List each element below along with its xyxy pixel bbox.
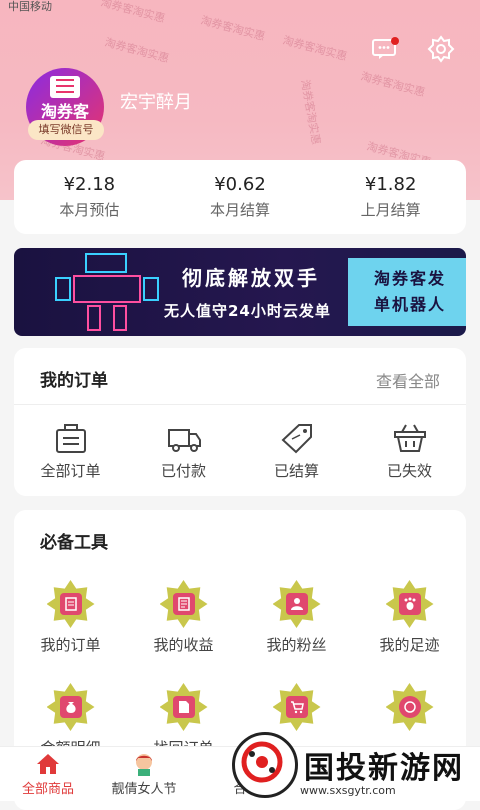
sign-in-icon [385, 683, 434, 731]
gear-icon [427, 35, 455, 63]
earning-label: 本月预估 [59, 201, 120, 219]
sale-tag-icon [281, 424, 312, 454]
order-status-paid[interactable]: 已付款 [127, 422, 240, 481]
view-all-orders-link[interactable]: 查看全部 [376, 368, 440, 392]
tool-my-fans[interactable]: 我的粉丝 [240, 580, 353, 655]
my-orders-card: 我的订单 查看全部 全部订单 已付款 已结算 已失效 [14, 348, 466, 496]
divider [14, 404, 466, 405]
banner-robot-box: 淘券客发 单机器人 [348, 258, 466, 326]
site-url: www.sxsgytr.com [300, 784, 396, 797]
tool-label: 我的收益 [153, 636, 214, 654]
order-status-all[interactable]: 全部订单 [14, 422, 127, 481]
tab-womens-day[interactable]: 靓倩女人节 [96, 747, 192, 801]
order-status-label: 已失效 [386, 462, 432, 480]
earning-this-month-settled[interactable]: ¥0.62 本月结算 [165, 160, 316, 234]
earning-label: 本月结算 [210, 201, 271, 219]
tool-label: 我的粉丝 [266, 636, 327, 654]
earning-value: ¥2.18 [63, 174, 116, 195]
tab-label: 靓倩女人节 [111, 781, 177, 797]
watermark-text: 淘券客淘实惠 [199, 13, 267, 44]
watermark-text: 淘券客淘实惠 [281, 33, 349, 64]
status-bar-carrier: 中国移动 [8, 0, 52, 13]
watermark-text: 淘券客淘实惠 [298, 78, 323, 146]
tab-all-products[interactable]: 全部商品 [0, 747, 96, 801]
watermark-text: 淘券客淘实惠 [359, 69, 427, 100]
earning-value: ¥1.82 [364, 174, 417, 195]
money-bag-icon [46, 683, 95, 731]
wechat-id-badge[interactable]: 填写微信号 [28, 120, 104, 140]
tab-label: 全部商品 [21, 781, 74, 797]
message-icon [372, 37, 399, 59]
settings-button[interactable] [424, 32, 458, 66]
username: 宏宇醉月 [120, 92, 192, 113]
avatar-text: 淘券客 [40, 102, 89, 121]
delivery-truck-icon [167, 429, 201, 452]
fans-icon [272, 580, 321, 628]
order-status-label: 全部订单 [40, 462, 101, 480]
order-status-settled[interactable]: 已结算 [240, 422, 353, 481]
message-button[interactable] [368, 32, 402, 66]
banner-title: 彻底解放双手 [182, 266, 320, 290]
order-status-label: 已付款 [160, 462, 206, 480]
banner-box-line: 单机器人 [373, 295, 446, 314]
tool-my-footprint[interactable]: 我的足迹 [353, 580, 466, 655]
order-status-label: 已结算 [273, 462, 319, 480]
girl-icon [136, 753, 152, 776]
home-icon [37, 753, 59, 774]
earning-last-month-settled[interactable]: ¥1.82 上月结算 [315, 160, 466, 234]
watermark-text: 淘券客淘实惠 [99, 0, 167, 26]
site-name: 国投新游网 [304, 751, 464, 786]
earning-this-month-estimate[interactable]: ¥2.18 本月预估 [14, 160, 165, 234]
site-logo-icon [232, 732, 298, 798]
order-status-invalid[interactable]: 已失效 [353, 422, 466, 481]
promo-banner[interactable]: 彻底解放双手 无人值守24小时云发单 淘券客发 单机器人 [14, 248, 466, 336]
tool-label: 我的订单 [40, 636, 101, 654]
footprint-icon [385, 580, 434, 628]
order-icon [46, 580, 95, 628]
income-icon [159, 580, 208, 628]
section-title: 必备工具 [40, 533, 108, 553]
tool-label: 我的足迹 [379, 636, 440, 654]
banner-subtitle: 无人值守24小时云发单 [164, 302, 331, 320]
tool-my-orders[interactable]: 我的订单 [14, 580, 127, 655]
tool-my-income[interactable]: 我的收益 [127, 580, 240, 655]
robot-illustration [55, 253, 159, 331]
orders-list-icon [55, 424, 86, 453]
document-icon [159, 683, 208, 731]
watermark-text: 淘券客淘实惠 [103, 35, 171, 66]
earnings-card: ¥2.18 本月预估 ¥0.62 本月结算 ¥1.82 上月结算 [14, 160, 466, 234]
earning-label: 上月结算 [360, 201, 421, 219]
earning-value: ¥0.62 [214, 174, 266, 195]
cart-icon [272, 683, 321, 731]
section-title: 我的订单 [40, 371, 108, 391]
banner-box-line: 淘券客发 [373, 269, 446, 288]
basket-icon [393, 424, 426, 452]
order-status-row: 全部订单 已付款 已结算 已失效 [14, 422, 466, 481]
